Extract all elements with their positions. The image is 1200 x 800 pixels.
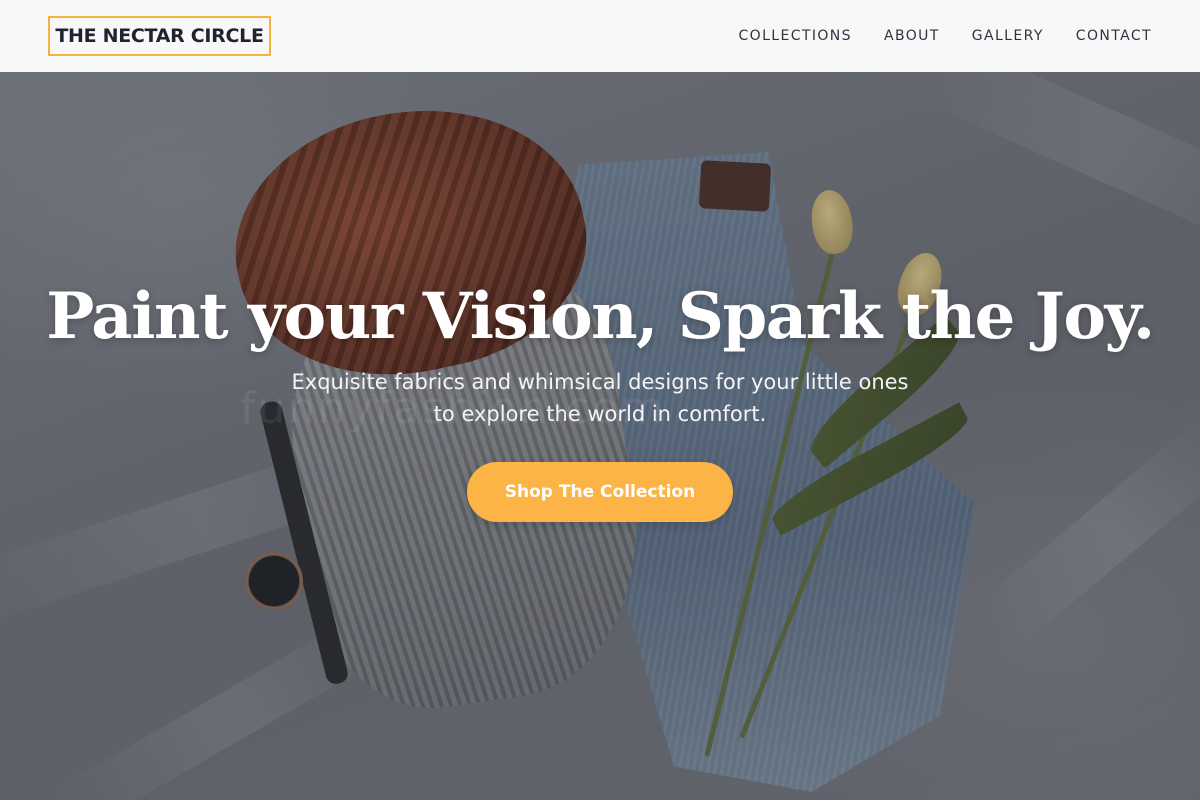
- nav-link-collections[interactable]: COLLECTIONS: [738, 28, 851, 44]
- landing-page: THE NECTAR CIRCLE COLLECTIONS ABOUT GALL…: [0, 0, 1200, 800]
- nav-link-gallery[interactable]: GALLERY: [972, 28, 1044, 44]
- hero-subtitle: Exquisite fabrics and whimsical designs …: [291, 370, 909, 426]
- site-logo[interactable]: THE NECTAR CIRCLE: [48, 16, 271, 56]
- nav-link-contact[interactable]: CONTACT: [1076, 28, 1152, 44]
- main-nav: COLLECTIONS ABOUT GALLERY CONTACT: [738, 0, 1152, 72]
- hero-section: Paint your Vision, Spark the Joy. Exquis…: [0, 72, 1200, 800]
- site-header: THE NECTAR CIRCLE COLLECTIONS ABOUT GALL…: [0, 0, 1200, 72]
- shop-collection-button[interactable]: Shop The Collection: [467, 462, 733, 522]
- nav-link-about[interactable]: ABOUT: [884, 28, 940, 44]
- hero-headline: Paint your Vision, Spark the Joy.: [46, 279, 1155, 354]
